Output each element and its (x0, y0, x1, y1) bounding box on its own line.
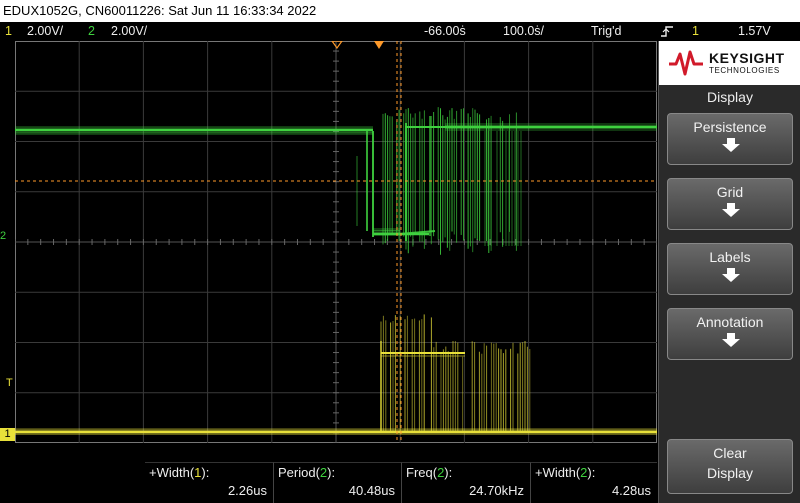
persistence-softkey[interactable]: Persistence (667, 113, 793, 165)
waveform-display[interactable] (15, 41, 657, 443)
window-title: EDUX1052G, CN60011226: Sat Jun 11 16:33:… (0, 0, 800, 22)
trigger-state: Trig'd (591, 24, 622, 38)
measurement-value: 24.70kHz (469, 483, 524, 498)
ch1-number[interactable]: 1 (5, 22, 12, 41)
time-reference-marker (331, 41, 343, 50)
ch2-scale[interactable]: 2.00V/ (111, 22, 147, 41)
down-arrow-icon (722, 138, 740, 152)
measurement-width2[interactable]: +Width(2): 4.28us (530, 462, 657, 503)
clear-display-label: Clear Display (707, 445, 753, 481)
grid-softkey[interactable]: Grid (667, 178, 793, 230)
measurement-label: Freq(2): (406, 465, 453, 480)
ch1-ground-marker[interactable]: 1 (0, 428, 15, 441)
rising-edge-icon (660, 25, 674, 38)
trigger-level[interactable]: 1.57V (738, 22, 771, 41)
trigger-level-marker[interactable]: T (6, 377, 13, 389)
annotation-softkey[interactable]: Annotation (667, 308, 793, 360)
ch1-scale[interactable]: 2.00V/ (27, 22, 63, 41)
labels-softkey[interactable]: Labels (667, 243, 793, 295)
measurement-period2[interactable]: Period(2): 40.48us (273, 462, 401, 503)
keysight-wave-icon (669, 50, 703, 76)
persistence-label: Persistence (693, 119, 767, 135)
measurement-freq2[interactable]: Freq(2): 24.70kHz (401, 462, 530, 503)
time-delay[interactable]: -66.00ṡ (424, 22, 466, 41)
measurement-value: 2.26us (227, 483, 267, 498)
labels-label: Labels (709, 249, 751, 265)
down-arrow-icon (722, 333, 740, 347)
brand-name: KEYSIGHT (709, 50, 785, 66)
measurement-label: +Width(2): (535, 465, 596, 480)
waveform-canvas (15, 41, 657, 443)
measurement-width1[interactable]: +Width(1): 2.26us (145, 462, 273, 503)
ch2-number[interactable]: 2 (88, 22, 95, 41)
brand-logo: KEYSIGHT TECHNOLOGIES (659, 41, 800, 85)
measurement-value: 4.28us (611, 483, 651, 498)
measurement-label: +Width(1): (149, 465, 210, 480)
clear-display-softkey[interactable]: Clear Display (667, 439, 793, 494)
trigger-position-marker (374, 41, 384, 49)
trigger-source[interactable]: 1 (692, 22, 699, 41)
brand-sub: TECHNOLOGIES (709, 66, 780, 75)
menu-title: Display (707, 89, 753, 105)
down-arrow-icon (722, 268, 740, 282)
softkey-panel: KEYSIGHT TECHNOLOGIES Display Persistenc… (658, 41, 800, 503)
measurement-label: Period(2): (278, 465, 336, 480)
ch2-ground-marker[interactable]: 2 (0, 230, 6, 242)
status-bar: 1 2.00V/ 2 2.00V/ -66.00ṡ 100.0ṡ/ Trig'd… (0, 22, 800, 41)
down-arrow-icon (722, 203, 740, 217)
annotation-label: Annotation (696, 314, 764, 330)
time-scale[interactable]: 100.0ṡ/ (503, 22, 544, 41)
measurement-value: 40.48us (348, 483, 395, 498)
grid-label: Grid (716, 184, 744, 200)
